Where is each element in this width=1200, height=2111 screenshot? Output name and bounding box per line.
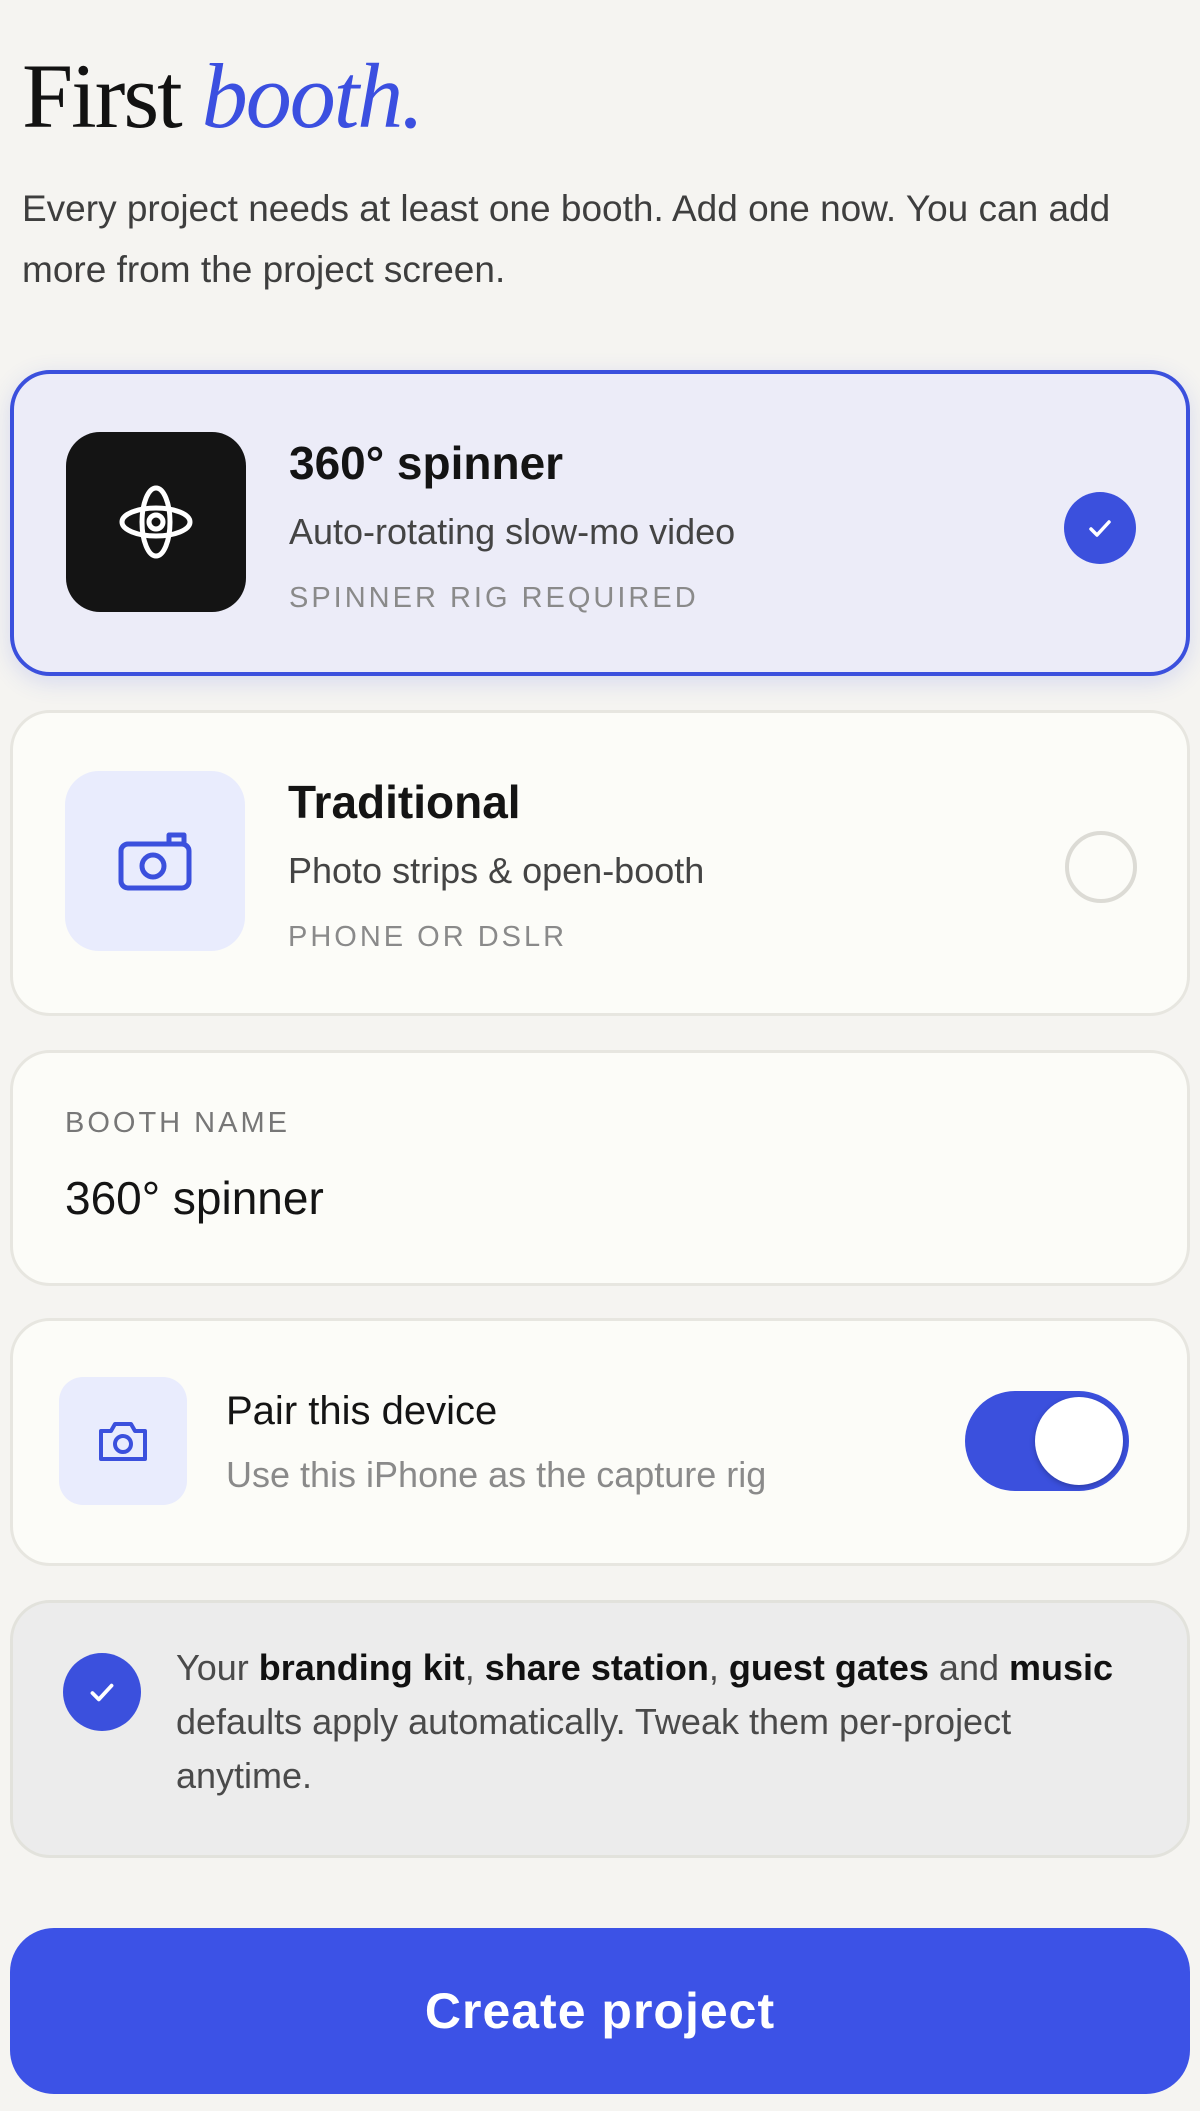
booth-name-field[interactable]: BOOTH NAME [10, 1050, 1190, 1286]
booth-option-title: Traditional [288, 776, 521, 828]
camera-icon [59, 1377, 187, 1505]
booth-option-requirement: SPINNER RIG REQUIRED [289, 582, 699, 614]
booth-option-traditional[interactable]: Traditional Photo strips & open-booth PH… [10, 710, 1190, 1016]
page-title-accent: booth. [201, 45, 425, 147]
booth-option-radio-unselected[interactable] [1065, 831, 1137, 903]
check-icon [1089, 520, 1111, 537]
check-icon [63, 1653, 141, 1731]
booth-name-input[interactable] [65, 1171, 1125, 1225]
spinner-icon [66, 432, 246, 612]
page-title: First booth. [22, 50, 424, 142]
create-project-button[interactable]: Create project [10, 1928, 1190, 2094]
booth-option-title: 360° spinner [289, 437, 564, 489]
booth-option-description: Photo strips & open-booth [288, 850, 705, 891]
booth-option-radio-selected[interactable] [1064, 492, 1136, 564]
defaults-info-text: Your branding kit, share station, guest … [176, 1647, 1114, 1796]
page-title-plain: First [22, 45, 202, 147]
pair-device-row: Pair this device Use this iPhone as the … [10, 1318, 1190, 1566]
booth-option-requirement: PHONE OR DSLR [288, 921, 568, 953]
booth-option-description: Auto-rotating slow-mo video [289, 511, 736, 552]
booth-option-spinner[interactable]: 360° spinner Auto-rotating slow-mo video… [10, 370, 1190, 676]
camera-icon [65, 771, 245, 951]
pair-device-toggle[interactable] [965, 1391, 1129, 1491]
defaults-info-panel: Your branding kit, share station, guest … [10, 1600, 1190, 1858]
pair-device-subtitle: Use this iPhone as the capture rig [226, 1454, 767, 1495]
page-subtitle: Every project needs at least one booth. … [22, 188, 1111, 290]
booth-name-label: BOOTH NAME [65, 1107, 290, 1139]
toggle-knob [1035, 1397, 1123, 1485]
pair-device-title: Pair this device [226, 1389, 498, 1433]
